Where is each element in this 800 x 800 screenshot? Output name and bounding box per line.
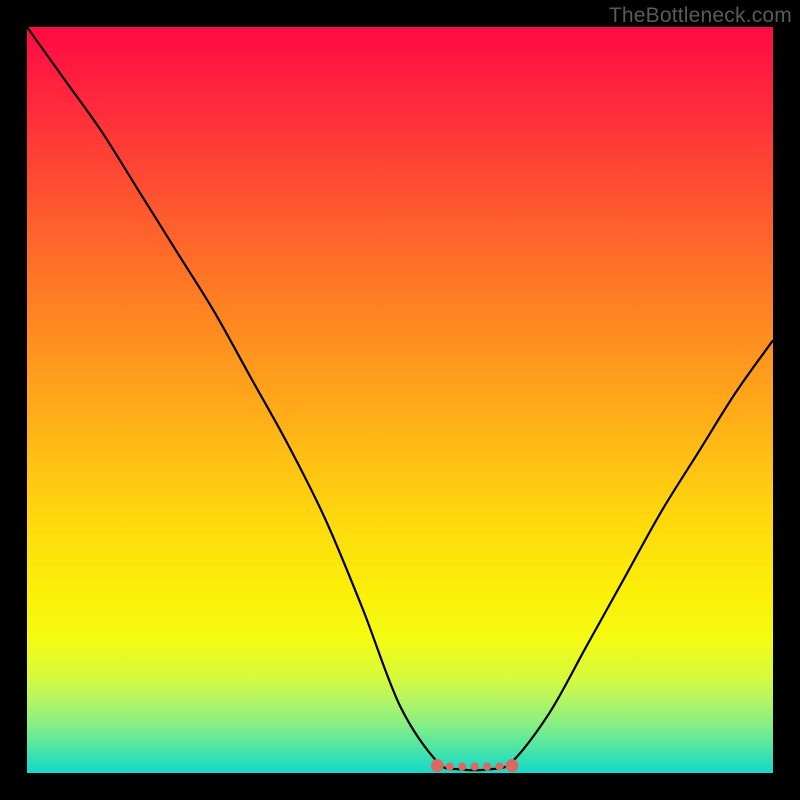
chart-svg xyxy=(27,27,773,773)
marker-layer xyxy=(431,759,519,772)
minimum-dot xyxy=(495,762,503,770)
minimum-endpoint xyxy=(505,759,518,772)
minimum-dot xyxy=(446,762,454,770)
minimum-dot xyxy=(483,762,491,770)
minimum-dot xyxy=(470,762,478,770)
minimum-dot xyxy=(458,762,466,770)
watermark-text: TheBottleneck.com xyxy=(609,4,792,28)
bottleneck-curve xyxy=(27,27,773,770)
curve-layer xyxy=(27,27,773,770)
minimum-endpoint xyxy=(431,759,444,772)
chart-frame: TheBottleneck.com xyxy=(0,0,800,800)
